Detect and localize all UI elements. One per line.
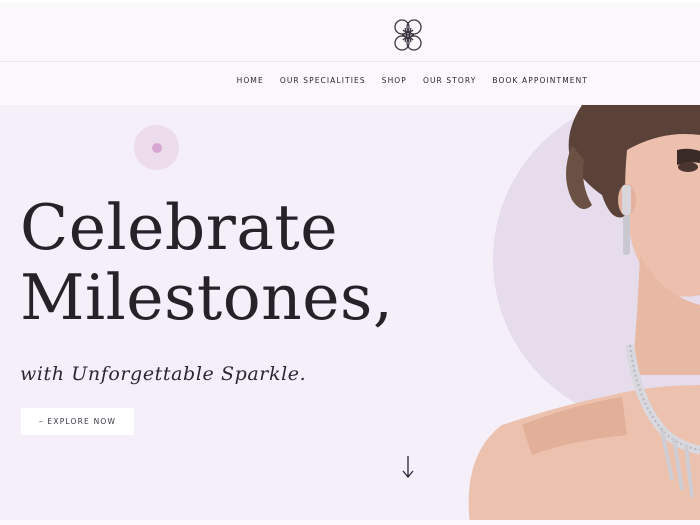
main-navigation: HOME OUR SPECIALITIES SHOP OUR STORY BOO…	[0, 62, 700, 105]
nav-item-book-appointment[interactable]: BOOK APPOINTMENT	[492, 76, 588, 85]
hero-title-line-1: Celebrate	[20, 191, 339, 264]
nav-item-shop[interactable]: SHOP	[382, 76, 407, 85]
hero-title-line-2: Milestones,	[20, 261, 394, 334]
hero-title: Celebrate Milestones,	[20, 193, 393, 333]
hero-section: Celebrate Milestones, with Unforgettable…	[0, 105, 700, 525]
nav-item-our-specialities[interactable]: OUR SPECIALITIES	[280, 76, 366, 85]
nav-menu: HOME OUR SPECIALITIES SHOP OUR STORY BOO…	[237, 76, 588, 85]
nav-item-home[interactable]: HOME	[237, 76, 264, 85]
model-portrait-image	[468, 105, 700, 525]
nav-item-our-story[interactable]: OUR STORY	[423, 76, 476, 85]
hero-subtitle: with Unforgettable Sparkle.	[20, 363, 307, 385]
decorative-dot	[152, 143, 162, 153]
clover-logo-icon[interactable]	[388, 14, 428, 56]
bottom-border	[0, 520, 700, 525]
top-header	[0, 0, 700, 62]
arrow-down-icon[interactable]	[401, 455, 415, 479]
explore-now-button[interactable]: – EXPLORE NOW	[21, 408, 134, 435]
